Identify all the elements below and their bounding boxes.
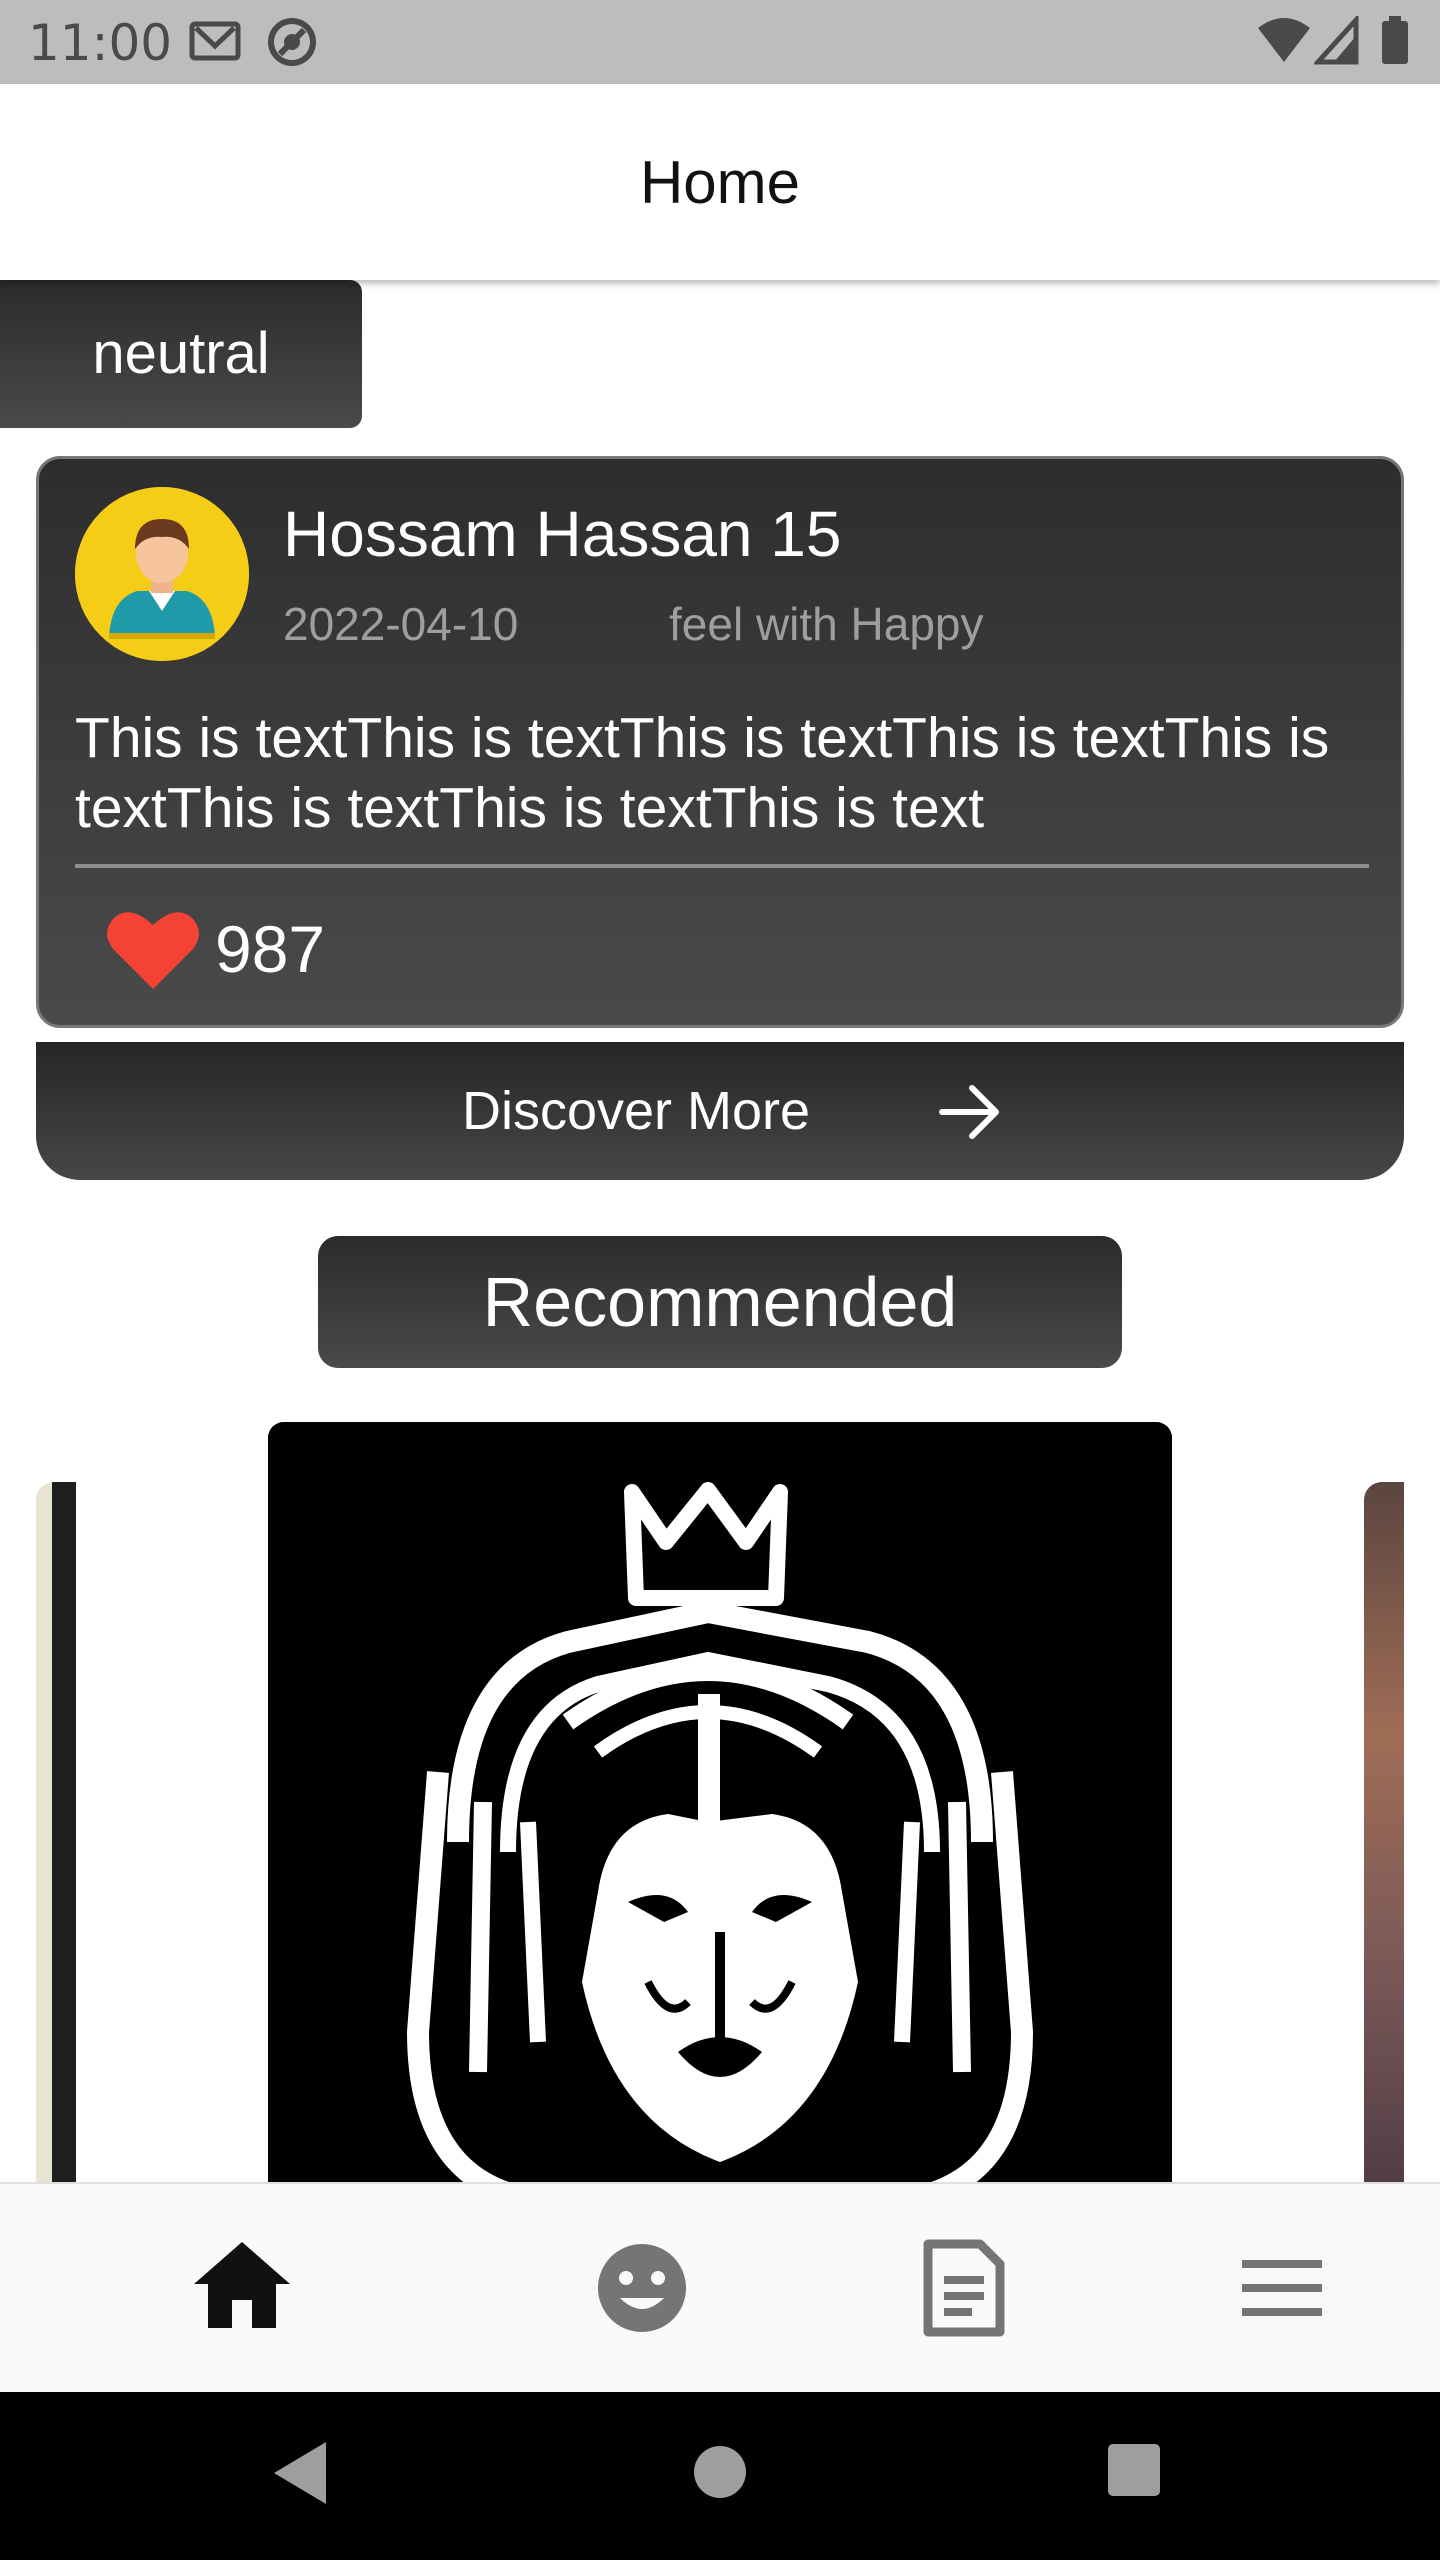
post-body: This is textThis is textThis is textThis…: [75, 706, 1330, 840]
lion-logo-icon: [268, 1422, 1172, 2182]
post-author[interactable]: Hossam Hassan 15: [283, 497, 841, 571]
recommended-heading: Recommended: [318, 1236, 1122, 1368]
carousel-item-next[interactable]: [1364, 1482, 1404, 2182]
battery-icon: [1382, 16, 1408, 64]
back-icon[interactable]: [270, 2438, 334, 2508]
avatar[interactable]: [75, 487, 249, 661]
discover-more-button[interactable]: Discover More: [36, 1042, 1404, 1180]
mood-icon[interactable]: [582, 2228, 702, 2348]
article-icon[interactable]: [902, 2228, 1022, 2348]
divider: [75, 864, 1369, 868]
heart-icon[interactable]: [105, 907, 201, 991]
app-bar: Home: [0, 84, 1440, 280]
home-icon[interactable]: [182, 2228, 302, 2348]
recents-icon[interactable]: [1106, 2442, 1162, 2498]
discover-more-label: Discover More: [462, 1081, 811, 1141]
status-time: 11:00: [28, 14, 173, 72]
status-bar: 11:00: [0, 0, 1440, 84]
home-circle-icon[interactable]: [690, 2442, 750, 2502]
mood-chip[interactable]: neutral: [0, 280, 362, 428]
post-feeling: feel with Happy: [669, 598, 984, 650]
user-avatar-icon: [75, 487, 249, 661]
bottom-navigation: [0, 2182, 1440, 2392]
arrow-right-icon: [939, 1085, 999, 1139]
wifi-icon: [1258, 18, 1310, 62]
page-title: Home: [639, 149, 801, 216]
system-navigation-bar: [0, 2392, 1440, 2560]
menu-icon[interactable]: [1222, 2228, 1342, 2348]
signal-icon: [1314, 16, 1359, 65]
recommended-carousel[interactable]: [0, 1420, 1440, 2182]
gmail-icon: [189, 21, 241, 61]
post-card[interactable]: Hossam Hassan 15 2022-04-10 feel with Ha…: [36, 456, 1404, 1028]
post-date: 2022-04-10: [283, 598, 519, 650]
carousel-item-prev[interactable]: [36, 1482, 76, 2182]
like-count: 987: [215, 912, 326, 986]
carousel-item-current[interactable]: [268, 1422, 1172, 2182]
sync-icon: [268, 18, 316, 66]
